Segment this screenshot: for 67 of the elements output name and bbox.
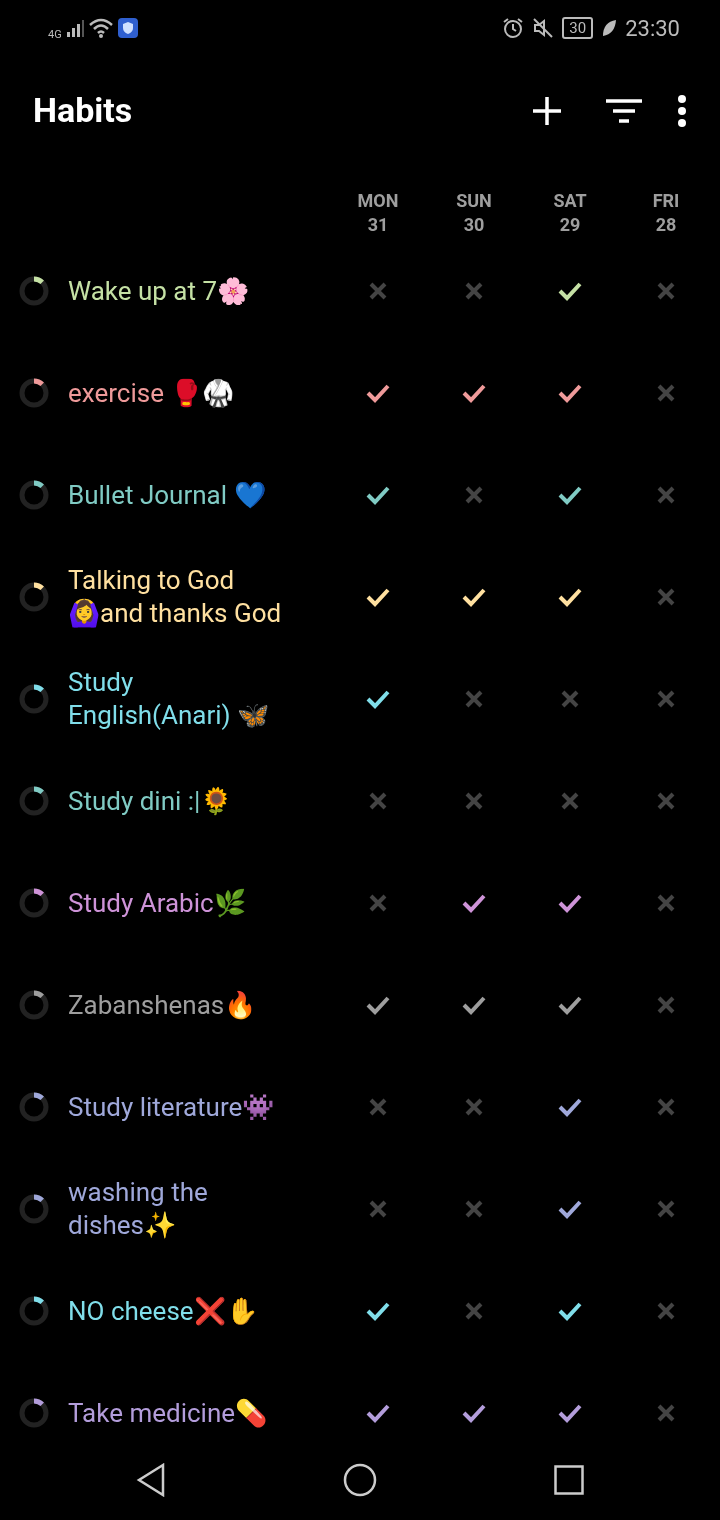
clock-time: 23:30	[625, 14, 680, 43]
progress-ring	[18, 1295, 50, 1327]
check-icon[interactable]	[366, 689, 390, 709]
date-label: 30	[462, 213, 486, 238]
progress-ring	[18, 683, 50, 715]
check-icon[interactable]	[558, 383, 582, 403]
weekday-label: SAT	[552, 189, 588, 213]
check-icon[interactable]	[558, 1403, 582, 1423]
habit-name[interactable]: Study dini :|🌻	[68, 784, 330, 818]
check-icon[interactable]	[462, 383, 486, 403]
back-button[interactable]	[136, 1463, 167, 1497]
progress-ring	[18, 1193, 50, 1225]
check-icon[interactable]	[462, 893, 486, 913]
weekday-label: MON	[356, 189, 400, 213]
recents-button[interactable]	[553, 1465, 584, 1495]
check-icon[interactable]	[558, 1097, 582, 1117]
check-icon[interactable]	[558, 281, 582, 301]
check-icon[interactable]	[558, 485, 582, 505]
app-title: Habits	[33, 89, 134, 132]
check-icon[interactable]	[462, 995, 486, 1015]
habit-name[interactable]: exercise 🥊🥋	[68, 376, 330, 410]
filter-icon[interactable]	[606, 98, 642, 123]
progress-ring	[18, 785, 50, 817]
check-icon[interactable]	[558, 995, 582, 1015]
habit-name[interactable]: Bullet Journal 💙	[68, 478, 330, 512]
habit-name[interactable]: Study literature👾	[68, 1090, 330, 1124]
habit-name[interactable]: washing the dishes✨	[68, 1176, 330, 1242]
weekday-label: FRI	[651, 189, 681, 213]
check-icon[interactable]	[366, 1403, 390, 1423]
leaf-icon	[601, 18, 618, 38]
network-type: 4G	[48, 26, 62, 43]
weekday-label: SUN	[455, 189, 493, 213]
check-icon[interactable]	[366, 995, 390, 1015]
check-icon[interactable]	[558, 1301, 582, 1321]
check-icon[interactable]	[462, 1403, 486, 1423]
habit-name[interactable]: Study English(Anari) 🦋	[68, 666, 330, 732]
add-icon[interactable]	[532, 95, 562, 126]
alarm-icon	[502, 17, 525, 39]
progress-ring	[18, 887, 50, 919]
progress-ring	[18, 1091, 50, 1123]
habit-name[interactable]: Zabanshenas🔥	[68, 988, 330, 1022]
progress-ring	[18, 479, 50, 511]
date-label: 29	[558, 213, 582, 238]
mute-icon	[532, 17, 555, 39]
progress-ring	[18, 989, 50, 1021]
habit-name[interactable]: Talking to God 🙆‍♀and thanks God	[68, 564, 330, 630]
progress-ring	[18, 377, 50, 409]
date-label: 28	[654, 213, 678, 238]
shield-icon	[117, 18, 138, 38]
check-icon[interactable]	[366, 383, 390, 403]
habit-name[interactable]: Study Arabic🌿	[68, 886, 330, 920]
battery-level: 30	[562, 17, 594, 39]
progress-ring	[18, 581, 50, 613]
progress-ring	[18, 275, 50, 307]
date-label: 31	[366, 213, 390, 238]
check-icon[interactable]	[366, 1301, 390, 1321]
home-button[interactable]	[343, 1463, 377, 1497]
wifi-icon	[87, 18, 114, 38]
signal-icon	[65, 18, 84, 38]
habit-name[interactable]: Take medicine💊	[68, 1396, 330, 1430]
check-icon[interactable]	[558, 1199, 582, 1219]
habit-name[interactable]: NO cheese❌✋	[68, 1294, 330, 1328]
habit-name[interactable]: Wake up at 7🌸	[68, 274, 330, 308]
check-icon[interactable]	[558, 893, 582, 913]
more-options-icon[interactable]	[678, 94, 686, 127]
progress-ring	[18, 1397, 50, 1429]
check-icon[interactable]	[366, 485, 390, 505]
